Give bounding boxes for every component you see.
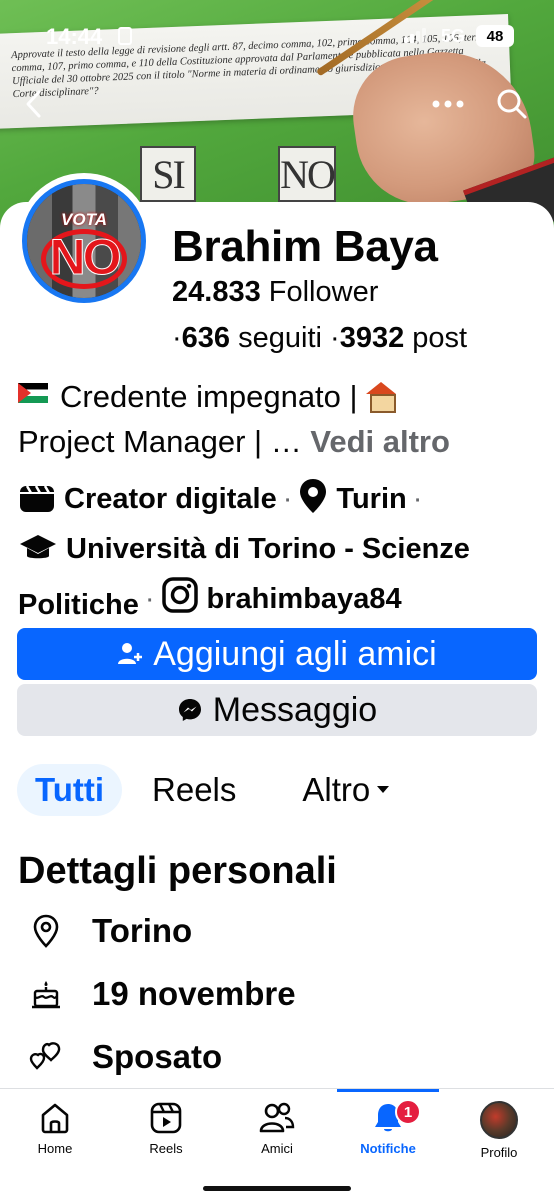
message-label: Messaggio xyxy=(212,690,378,729)
personal-details-title: Dettagli personali xyxy=(18,850,337,892)
clapperboard-icon xyxy=(18,480,56,530)
search-icon xyxy=(497,89,527,119)
nav-notifications-label: Notifiche xyxy=(360,1141,416,1156)
following-label[interactable]: seguiti xyxy=(238,322,322,354)
caret-down-icon xyxy=(377,786,390,793)
profile-mini-avatar xyxy=(480,1101,518,1139)
ballot-option-no: NO xyxy=(278,146,336,202)
nav-reels-label: Reels xyxy=(149,1141,183,1156)
signal-icon xyxy=(404,27,426,43)
profile-bio: Credente impegnato | Project Manager | …… xyxy=(18,374,538,464)
see-more-link[interactable]: Vedi altro xyxy=(310,424,450,459)
nav-friends-label: Amici xyxy=(261,1141,293,1156)
reels-icon xyxy=(150,1102,182,1134)
nav-profile-label: Profilo xyxy=(480,1145,518,1160)
profile-tabs: Tutti Reels Altro xyxy=(17,764,408,816)
add-friend-button[interactable]: Aggiungi agli amici xyxy=(17,628,537,680)
nav-reels[interactable]: Reels xyxy=(111,1101,221,1156)
add-friend-icon xyxy=(118,643,143,664)
nav-notifications[interactable]: 1 Notifiche xyxy=(333,1099,443,1156)
followers-label: Follower xyxy=(268,276,379,308)
status-bar: 14:44 5G 48 xyxy=(0,0,554,72)
profile-name: Brahim Baya xyxy=(172,222,438,271)
network-label: 5G xyxy=(441,26,466,46)
detail-birthday: 19 novembre xyxy=(28,975,296,1013)
location-outline-icon xyxy=(28,914,64,948)
graduation-cap-icon xyxy=(18,530,58,580)
palestine-flag-icon xyxy=(18,383,48,403)
bullet: · xyxy=(330,322,340,354)
tab-all[interactable]: Tutti xyxy=(17,764,123,816)
instagram-icon xyxy=(161,576,199,630)
info-row-instagram: Politiche· brahimbaya84 xyxy=(18,574,538,630)
followers-count: 24.833 xyxy=(172,276,261,308)
detail-relationship: Sposato xyxy=(28,1038,222,1076)
posts-count: 3932 xyxy=(339,322,405,354)
chevron-left-icon xyxy=(26,90,41,118)
followers-stat[interactable]: 24.833 Follower xyxy=(172,276,378,309)
location-pin-icon xyxy=(298,478,328,530)
bullet: · xyxy=(172,322,182,354)
hearts-icon xyxy=(28,1041,64,1073)
tab-more[interactable]: Altro xyxy=(284,764,408,816)
back-button[interactable] xyxy=(12,82,56,126)
relationship-text: Sposato xyxy=(92,1038,223,1075)
id-card-icon xyxy=(118,27,132,45)
detail-location: Torino xyxy=(28,912,192,950)
home-icon xyxy=(41,1103,69,1134)
messenger-icon xyxy=(178,699,201,721)
more-dots-icon xyxy=(432,100,464,108)
profile-avatar[interactable]: VOTA NO xyxy=(16,173,152,309)
location-text: Torino xyxy=(92,912,193,949)
active-tab-indicator xyxy=(337,1089,439,1092)
bottom-nav: Home Reels Amici 1 Notifiche Profilo xyxy=(0,1088,554,1199)
instagram-handle[interactable]: brahimbaya84 xyxy=(207,583,402,615)
bio-text: Credente impegnato | xyxy=(60,379,367,414)
avatar-vota-text: VOTA xyxy=(61,210,107,229)
nav-profile[interactable]: Profilo xyxy=(444,1101,554,1160)
home-indicator xyxy=(203,1186,351,1191)
house-icon xyxy=(366,382,397,413)
city-text: Turin xyxy=(336,483,407,515)
birthday-cake-icon xyxy=(28,978,64,1010)
following-count[interactable]: 636 xyxy=(182,322,230,354)
following-posts-stats: ·636 seguiti ·3932 post xyxy=(172,322,467,355)
nav-friends[interactable]: Amici xyxy=(222,1101,332,1156)
add-friend-label: Aggiungi agli amici xyxy=(153,634,437,673)
avatar-no-text: NO xyxy=(49,229,122,286)
nav-home-label: Home xyxy=(37,1141,73,1156)
more-button[interactable] xyxy=(426,82,470,126)
posts-label: post xyxy=(412,322,468,354)
message-button[interactable]: Messaggio xyxy=(17,684,537,736)
friends-icon xyxy=(259,1102,295,1133)
tab-more-label: Altro xyxy=(302,771,371,808)
notification-badge: 1 xyxy=(395,1099,421,1125)
birthday-text: 19 novembre xyxy=(92,975,296,1012)
status-time: 14:44 xyxy=(46,24,103,49)
ballot-option-yes: SI xyxy=(140,146,196,202)
battery-icon: 48 xyxy=(476,25,514,47)
tab-reels[interactable]: Reels xyxy=(134,764,254,816)
info-row-category: Creator digitale · Turin · xyxy=(18,474,538,530)
nav-home[interactable]: Home xyxy=(0,1101,110,1156)
bio-text-rest: Project Manager | … xyxy=(18,424,302,459)
category-text: Creator digitale xyxy=(64,483,277,515)
search-button[interactable] xyxy=(490,82,534,126)
